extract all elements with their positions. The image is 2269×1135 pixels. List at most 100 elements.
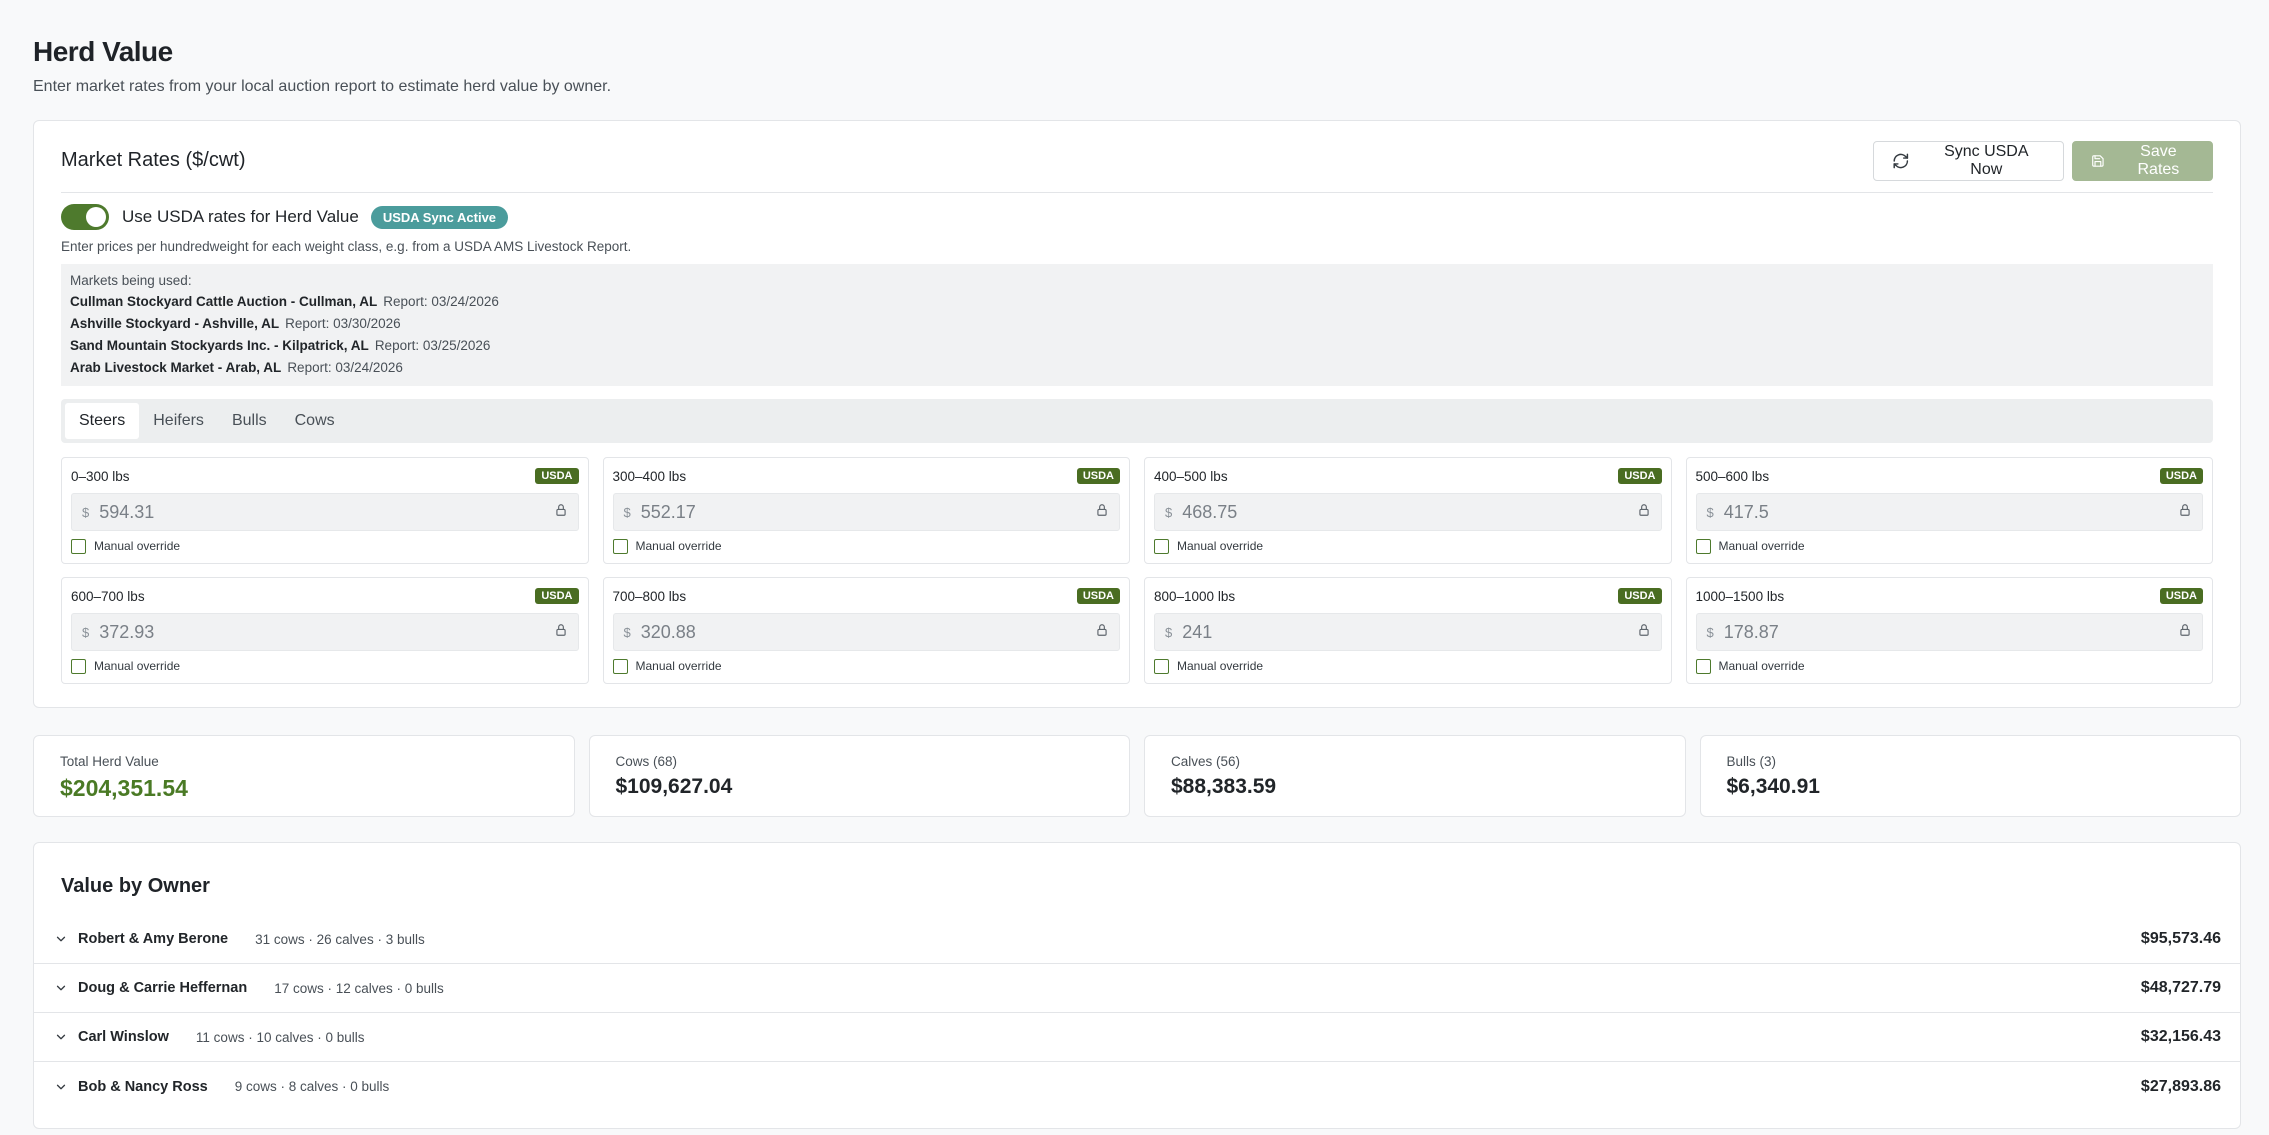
price-input[interactable]: $178.87 (1695, 613, 2203, 651)
manual-override-checkbox[interactable] (1695, 538, 1711, 554)
manual-override: Manual override (612, 538, 1121, 554)
manual-override-checkbox[interactable] (612, 538, 628, 554)
price-value: 241 (1182, 621, 1213, 642)
lock-icon (1095, 623, 1109, 642)
weight-class-header: 800–1000 lbs USDA (1154, 587, 1662, 605)
chevron-down-icon[interactable] (54, 932, 70, 946)
manual-override-checkbox[interactable] (1695, 658, 1711, 674)
weight-class-header: 1000–1500 lbs USDA (1695, 587, 2203, 605)
lock-icon (554, 623, 568, 642)
chevron-down-icon[interactable] (54, 1080, 70, 1094)
save-rates-button[interactable]: Save Rates (2072, 140, 2213, 181)
owner-total: $48,727.79 (2140, 979, 2221, 996)
tab-heifers[interactable]: Heifers (139, 403, 218, 439)
market-row: Arab Livestock Market - Arab, AL Report: … (70, 357, 2204, 379)
manual-override-label: Manual override (635, 539, 722, 553)
currency-symbol: $ (82, 624, 90, 640)
usda-toggle-label: Use USDA rates for Herd Value (122, 207, 359, 226)
tab-cows[interactable]: Cows (281, 403, 349, 439)
currency-symbol: $ (1165, 624, 1173, 640)
manual-override: Manual override (612, 658, 1121, 674)
chevron-down-icon[interactable] (54, 981, 70, 995)
weight-class-card: 1000–1500 lbs USDA $178.87 Manual override (1685, 577, 2213, 684)
manual-override: Manual override (71, 538, 579, 554)
usda-rates-toggle[interactable] (61, 204, 109, 230)
weight-class-label: 400–500 lbs (1154, 468, 1228, 484)
price-input[interactable]: $241 (1154, 613, 1662, 651)
save-rates-label: Save Rates (2137, 142, 2180, 178)
manual-override-checkbox[interactable] (71, 538, 86, 554)
weight-class-header: 300–400 lbs USDA (613, 467, 1120, 485)
price-input[interactable]: $468.75 (1154, 493, 1662, 531)
stat-value: $204,351.54 (60, 775, 188, 801)
usda-badge: USDA (2159, 588, 2203, 604)
usda-toggle-row: Use USDA rates for Herd Value USDA Sync … (61, 203, 2213, 231)
stat-label: Bulls (3) (1726, 754, 1777, 769)
owner-counts: 17 cows · 12 calves · 0 bulls (274, 980, 444, 996)
manual-override-checkbox[interactable] (71, 658, 86, 674)
owner-list: Robert & Amy Berone 31 cows · 26 calves ·… (34, 915, 2240, 1111)
owner-name: Carl Winslow (78, 1029, 169, 1045)
usda-badge: USDA (2159, 468, 2203, 484)
owner-row[interactable]: Carl Winslow 11 cows · 10 calves · 0 bull… (34, 1013, 2240, 1062)
owner-row[interactable]: Robert & Amy Berone 31 cows · 26 calves ·… (34, 915, 2240, 964)
market-rates-title: Market Rates ($/cwt) (61, 149, 246, 171)
manual-override-label: Manual override (1718, 539, 1805, 553)
usda-badge: USDA (535, 468, 579, 484)
weight-class-label: 0–300 lbs (71, 468, 130, 484)
currency-symbol: $ (623, 624, 631, 640)
weight-class-card: 800–1000 lbs USDA $241 Manual override (1144, 577, 1672, 684)
usda-badge: USDA (535, 588, 579, 604)
manual-override-label: Manual override (94, 539, 181, 553)
tab-steers[interactable]: Steers (65, 403, 140, 439)
price-input[interactable]: $594.31 (71, 493, 579, 531)
cattle-class-tabs: Steers Heifers Bulls Cows (61, 399, 2213, 443)
market-report-date: Report: 03/24/2026 (383, 294, 499, 309)
market-rates-header: Market Rates ($/cwt) Sync USDA Now Save … (61, 121, 2213, 193)
currency-symbol: $ (623, 504, 631, 520)
currency-symbol: $ (1165, 504, 1173, 520)
manual-override: Manual override (1695, 538, 2204, 554)
markets-panel: Markets being used: Cullman Stockyard Ca… (61, 264, 2213, 386)
stat-calves: Calves (56) $88,383.59 (1144, 735, 1686, 817)
manual-override-checkbox[interactable] (612, 658, 628, 674)
manual-override-checkbox[interactable] (1154, 658, 1169, 674)
weight-class-card: 400–500 lbs USDA $468.75 Manual override (1144, 457, 1672, 564)
price-input[interactable]: $552.17 (612, 493, 1120, 531)
stat-label: Calves (56) (1171, 754, 1241, 769)
manual-override: Manual override (1154, 538, 1662, 554)
usda-badge: USDA (1618, 468, 1662, 484)
owner-total: $27,893.86 (2140, 1077, 2221, 1095)
weight-class-label: 700–800 lbs (612, 588, 687, 604)
currency-symbol: $ (1706, 624, 1714, 640)
tab-bulls[interactable]: Bulls (218, 403, 281, 439)
sync-usda-button[interactable]: Sync USDA Now (1873, 140, 2064, 181)
price-input[interactable]: $372.93 (71, 613, 579, 651)
price-value: 594.31 (99, 501, 155, 522)
usda-badge: USDA (1076, 588, 1120, 604)
manual-override: Manual override (71, 658, 579, 674)
manual-override-label: Manual override (635, 659, 722, 673)
weight-class-header: 500–600 lbs USDA (1696, 467, 2203, 485)
stat-cows: Cows (68) $109,627.04 (588, 735, 1130, 817)
owner-name: Bob & Nancy Ross (78, 1078, 208, 1095)
stat-value: $88,383.59 (1171, 775, 1277, 798)
weight-class-label: 1000–1500 lbs (1695, 588, 1785, 604)
stat-value: $6,340.91 (1726, 775, 1820, 798)
price-input[interactable]: $417.5 (1695, 493, 2203, 531)
chevron-down-icon[interactable] (54, 1030, 70, 1044)
currency-symbol: $ (1706, 504, 1714, 520)
lock-icon (554, 503, 568, 522)
lock-icon (1637, 623, 1651, 642)
weight-class-grid: 0–300 lbs USDA $594.31 Manual override 300–4… (61, 457, 2213, 684)
owner-row[interactable]: Doug & Carrie Heffernan 17 cows · 12 calv… (34, 964, 2240, 1013)
refresh-icon (1893, 153, 1909, 168)
lock-icon (1095, 503, 1109, 522)
lock-icon (1637, 503, 1651, 522)
summary-stats: Total Herd Value $204,351.54 Cows (68) $… (33, 735, 2241, 817)
manual-override-checkbox[interactable] (1154, 538, 1169, 554)
market-name: Cullman Stockyard Cattle Auction - Cullm… (70, 294, 378, 309)
page-title: Herd Value (33, 36, 173, 67)
price-input[interactable]: $320.88 (612, 613, 1120, 651)
owner-row[interactable]: Bob & Nancy Ross 9 cows · 8 calves · 0 bu… (34, 1062, 2240, 1111)
